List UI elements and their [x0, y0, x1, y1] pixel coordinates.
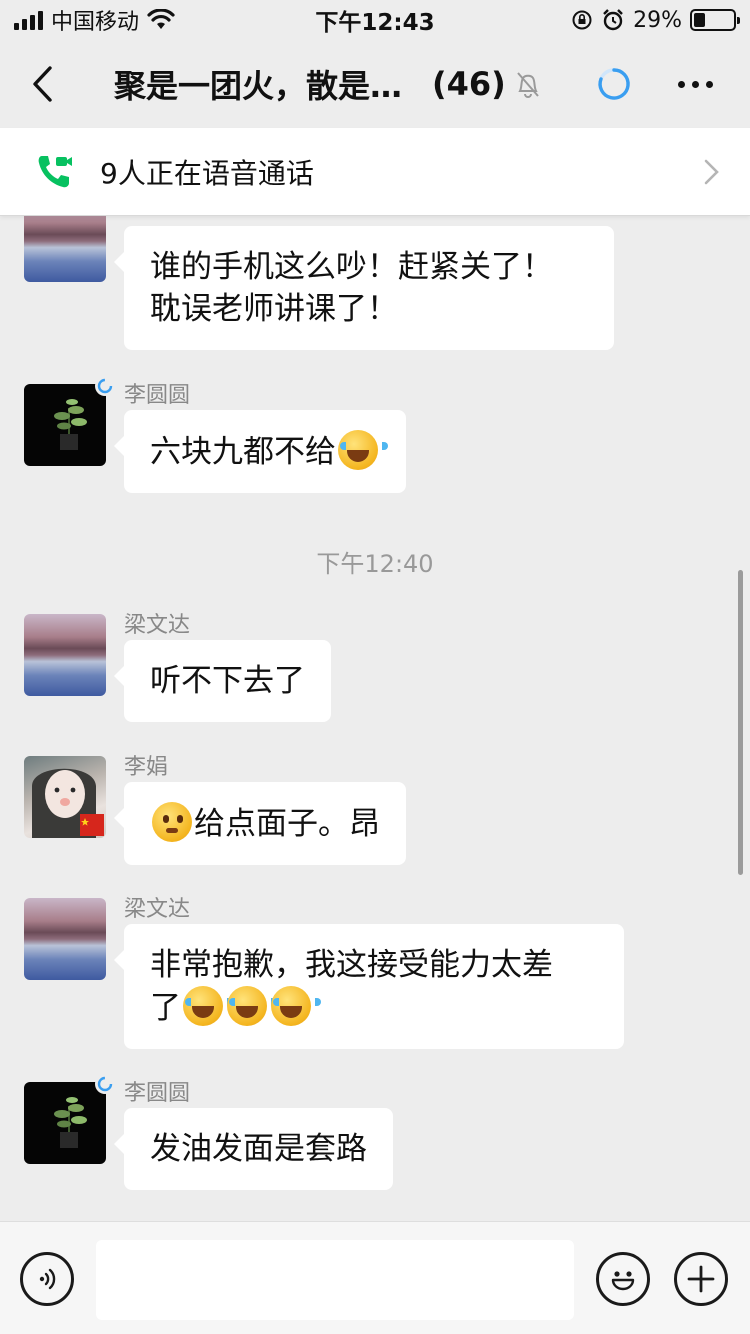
- avatar[interactable]: [24, 216, 106, 282]
- chevron-right-icon: [704, 159, 719, 185]
- laugh-cry-emoji-icon: [227, 986, 277, 1026]
- sender-name: 梁文达: [124, 613, 191, 638]
- sender-name: 梁文达: [124, 897, 191, 922]
- status-left: 中国移动: [14, 4, 175, 36]
- message-text: 发油发面是套路: [150, 1131, 367, 1167]
- message-text: 了: [150, 990, 181, 1026]
- avatar[interactable]: [24, 898, 106, 980]
- sender-name: 李圆圆: [124, 383, 191, 408]
- message-bubble[interactable]: 谁的手机这么吵！赶紧关了！ 耽误老师讲课了！: [114, 226, 614, 350]
- chevron-left-icon: [33, 66, 52, 102]
- rotation-lock-icon: [572, 10, 592, 30]
- avatar[interactable]: [24, 614, 106, 696]
- message-text: 非常抱歉，我这接受能力太差: [150, 947, 553, 983]
- message-bubble[interactable]: 六块九都不给: [114, 410, 406, 493]
- chat-title: 聚是一团火，散是…: [114, 67, 403, 105]
- nav-bar: 聚是一团火，散是… (46): [0, 40, 750, 128]
- signal-icon: [14, 10, 43, 30]
- status-right: 29%: [571, 7, 740, 33]
- more-functions-button[interactable]: [674, 1252, 728, 1306]
- battery-percent: 29%: [633, 7, 682, 33]
- message-bubble[interactable]: 听不下去了: [114, 640, 331, 722]
- loading-spinner-icon: [598, 68, 630, 100]
- message-input[interactable]: [96, 1240, 574, 1320]
- avatar[interactable]: [24, 756, 106, 838]
- status-bar: 中国移动 下午12:43 29%: [0, 0, 750, 40]
- plus-icon: [687, 1265, 715, 1293]
- dot-icon: [705, 80, 713, 88]
- wifi-icon: [147, 9, 175, 29]
- message-bubble[interactable]: 非常抱歉，我这接受能力太差 了: [114, 924, 624, 1049]
- avatar[interactable]: [24, 384, 106, 466]
- battery-fill: [694, 13, 706, 27]
- voice-call-text: 9人正在语音通话: [100, 156, 314, 190]
- message-text: 耽误老师讲课了！: [150, 291, 398, 327]
- girl-avatar-image: [32, 768, 104, 838]
- emoji-button[interactable]: [596, 1252, 650, 1306]
- scrollbar[interactable]: [738, 570, 743, 875]
- plant-avatar-image: [54, 1097, 87, 1148]
- voice-call-icon: [38, 155, 72, 187]
- chat-messages[interactable]: 谁的手机这么吵！赶紧关了！ 耽误老师讲课了！ 李圆圆 六块九都不给 下午12:4…: [0, 216, 750, 1221]
- voice-call-banner[interactable]: 9人正在语音通话: [0, 128, 750, 216]
- avatar[interactable]: [24, 1082, 106, 1164]
- mute-bell-icon: [514, 69, 544, 99]
- more-options-button[interactable]: [660, 62, 730, 106]
- voice-input-button[interactable]: [20, 1252, 74, 1306]
- carrier-label: 中国移动: [51, 10, 140, 35]
- alarm-icon: [603, 9, 623, 31]
- message-text: 谁的手机这么吵！赶紧关了！: [150, 249, 553, 285]
- back-button[interactable]: [0, 40, 84, 128]
- time-separator: 下午12:40: [316, 550, 434, 578]
- sender-name: 李圆圆: [124, 1081, 191, 1106]
- status-ring-icon: [95, 1074, 115, 1094]
- sender-name: 李娟: [124, 755, 169, 780]
- sheepish-emoji-icon: [152, 802, 192, 842]
- laugh-cry-emoji-icon: [271, 986, 321, 1026]
- plant-avatar-image: [54, 399, 87, 450]
- message-bubble[interactable]: 发油发面是套路: [114, 1108, 393, 1190]
- smiley-icon: [611, 1271, 635, 1291]
- message-text: 六块九都不给: [150, 434, 336, 470]
- message-text: 听不下去了: [150, 663, 305, 699]
- voice-wave-icon: [39, 1268, 56, 1290]
- dot-icon: [677, 80, 685, 88]
- battery-icon: [690, 9, 740, 31]
- dot-icon: [691, 80, 699, 88]
- laugh-cry-emoji-icon: [338, 430, 388, 470]
- laugh-cry-emoji-icon: [183, 986, 233, 1026]
- status-ring-icon: [95, 376, 115, 396]
- message-bubble[interactable]: 给点面子。昂: [114, 782, 406, 865]
- member-count: (46): [432, 65, 506, 103]
- message-text: 给点面子。昂: [194, 806, 380, 842]
- input-bar: [0, 1221, 750, 1334]
